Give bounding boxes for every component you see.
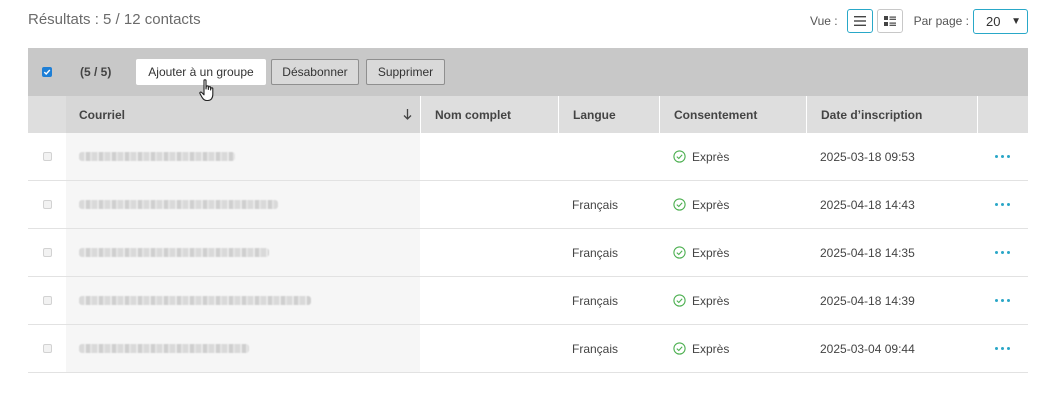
chevron-down-icon: ▼ bbox=[1011, 15, 1021, 27]
name-cell bbox=[420, 277, 558, 324]
signup-date-cell: 2025-04-18 14:43 bbox=[820, 197, 915, 212]
language-cell bbox=[558, 133, 659, 180]
email-cell bbox=[66, 133, 420, 180]
results-toolbar: Résultats : 5 / 12 contacts Vue : Par pa… bbox=[28, 8, 1028, 34]
name-cell bbox=[420, 229, 558, 276]
consent-cell: Exprès bbox=[659, 325, 806, 372]
check-circle-icon bbox=[673, 246, 686, 259]
language-cell: Français bbox=[572, 245, 619, 260]
consent-value: Exprès bbox=[692, 245, 730, 260]
hand-pointer-cursor-icon bbox=[199, 79, 214, 102]
sort-arrow-down-icon bbox=[403, 109, 412, 120]
signup-date-cell: 2025-04-18 14:39 bbox=[820, 293, 915, 308]
row-check-cell bbox=[28, 181, 66, 228]
row-check-cell bbox=[28, 325, 66, 372]
email-cell bbox=[66, 277, 420, 324]
column-header-name[interactable]: Nom complet bbox=[420, 96, 558, 133]
consent-cell: Exprès bbox=[659, 229, 806, 276]
more-options-icon bbox=[995, 203, 1010, 206]
row-checkbox[interactable] bbox=[42, 344, 52, 353]
select-all-cell bbox=[28, 48, 66, 96]
row-check-cell bbox=[28, 277, 66, 324]
row-actions-button[interactable] bbox=[977, 229, 1028, 276]
delete-button[interactable]: Supprimer bbox=[366, 59, 445, 85]
row-checkbox[interactable] bbox=[42, 200, 52, 209]
redacted-email bbox=[79, 344, 249, 353]
column-header-language[interactable]: Langue bbox=[558, 96, 659, 133]
check-circle-icon bbox=[673, 150, 686, 163]
more-options-icon bbox=[995, 299, 1010, 302]
card-view-button[interactable] bbox=[876, 9, 903, 33]
card-view-icon bbox=[883, 15, 896, 26]
row-checkbox[interactable] bbox=[42, 152, 52, 161]
table-row[interactable]: Français Exprès 2025-04-18 14:43 bbox=[28, 181, 1028, 229]
per-page-label: Par page : bbox=[913, 14, 969, 28]
signup-date-cell: 2025-04-18 14:35 bbox=[820, 245, 915, 260]
language-cell: Français bbox=[572, 341, 619, 356]
redacted-email bbox=[79, 152, 235, 161]
language-cell: Français bbox=[572, 293, 619, 308]
redacted-email bbox=[79, 248, 269, 257]
name-cell bbox=[420, 325, 558, 372]
column-header-consent[interactable]: Consentement bbox=[659, 96, 806, 133]
selection-count: (5 / 5) bbox=[80, 65, 112, 79]
consent-cell: Exprès bbox=[659, 181, 806, 228]
contacts-table: (5 / 5) Ajouter à un groupe Désabonner S… bbox=[28, 48, 1028, 373]
list-view-icon bbox=[853, 16, 866, 26]
signup-date-cell: 2025-03-18 09:53 bbox=[820, 149, 915, 164]
consent-value: Exprès bbox=[692, 293, 730, 308]
column-header-actions bbox=[977, 96, 1028, 133]
more-options-icon bbox=[995, 347, 1010, 350]
table-row[interactable]: Exprès 2025-03-18 09:53 bbox=[28, 133, 1028, 181]
view-controls: Vue : Par page : 20 ▼ bbox=[810, 8, 1028, 34]
consent-value: Exprès bbox=[692, 341, 730, 356]
per-page-value: 20 bbox=[986, 13, 1001, 29]
signup-date-cell: 2025-03-04 09:44 bbox=[820, 341, 915, 356]
column-header-email[interactable]: Courriel bbox=[66, 96, 420, 133]
row-actions-button[interactable] bbox=[977, 325, 1028, 372]
unsubscribe-button[interactable]: Désabonner bbox=[271, 59, 359, 85]
row-actions-button[interactable] bbox=[977, 277, 1028, 324]
view-label: Vue : bbox=[810, 14, 838, 28]
email-cell bbox=[66, 229, 420, 276]
more-options-icon bbox=[995, 251, 1010, 254]
table-row[interactable]: Français Exprès 2025-03-04 09:44 bbox=[28, 325, 1028, 373]
email-cell bbox=[66, 325, 420, 372]
consent-cell: Exprès bbox=[659, 277, 806, 324]
row-actions-button[interactable] bbox=[977, 133, 1028, 180]
results-count: Résultats : 5 / 12 contacts bbox=[28, 11, 201, 28]
row-checkbox[interactable] bbox=[42, 296, 52, 305]
row-check-cell bbox=[28, 229, 66, 276]
consent-value: Exprès bbox=[692, 197, 730, 212]
row-check-cell bbox=[28, 133, 66, 180]
consent-cell: Exprès bbox=[659, 133, 806, 180]
header-check-cell bbox=[28, 96, 66, 133]
check-circle-icon bbox=[673, 198, 686, 211]
redacted-email bbox=[79, 296, 311, 305]
row-checkbox[interactable] bbox=[42, 248, 52, 257]
row-actions-button[interactable] bbox=[977, 181, 1028, 228]
table-header: Courriel Nom complet Langue Consentement… bbox=[28, 96, 1028, 133]
check-circle-icon bbox=[673, 342, 686, 355]
language-cell: Français bbox=[572, 197, 619, 212]
checkmark-icon bbox=[43, 69, 51, 76]
email-cell bbox=[66, 181, 420, 228]
column-header-signup-date[interactable]: Date d’inscription bbox=[806, 96, 977, 133]
table-row[interactable]: Français Exprès 2025-04-18 14:35 bbox=[28, 229, 1028, 277]
list-view-button[interactable] bbox=[846, 9, 873, 33]
bulk-action-bar: (5 / 5) Ajouter à un groupe Désabonner S… bbox=[28, 48, 1028, 96]
redacted-email bbox=[79, 200, 278, 209]
name-cell bbox=[420, 181, 558, 228]
more-options-icon bbox=[995, 155, 1010, 158]
check-circle-icon bbox=[673, 294, 686, 307]
table-row[interactable]: Français Exprès 2025-04-18 14:39 bbox=[28, 277, 1028, 325]
column-label-email: Courriel bbox=[79, 107, 126, 122]
name-cell bbox=[420, 133, 558, 180]
per-page-select[interactable]: 20 ▼ bbox=[973, 8, 1028, 34]
consent-value: Exprès bbox=[692, 149, 730, 164]
select-all-checkbox[interactable] bbox=[42, 67, 52, 77]
